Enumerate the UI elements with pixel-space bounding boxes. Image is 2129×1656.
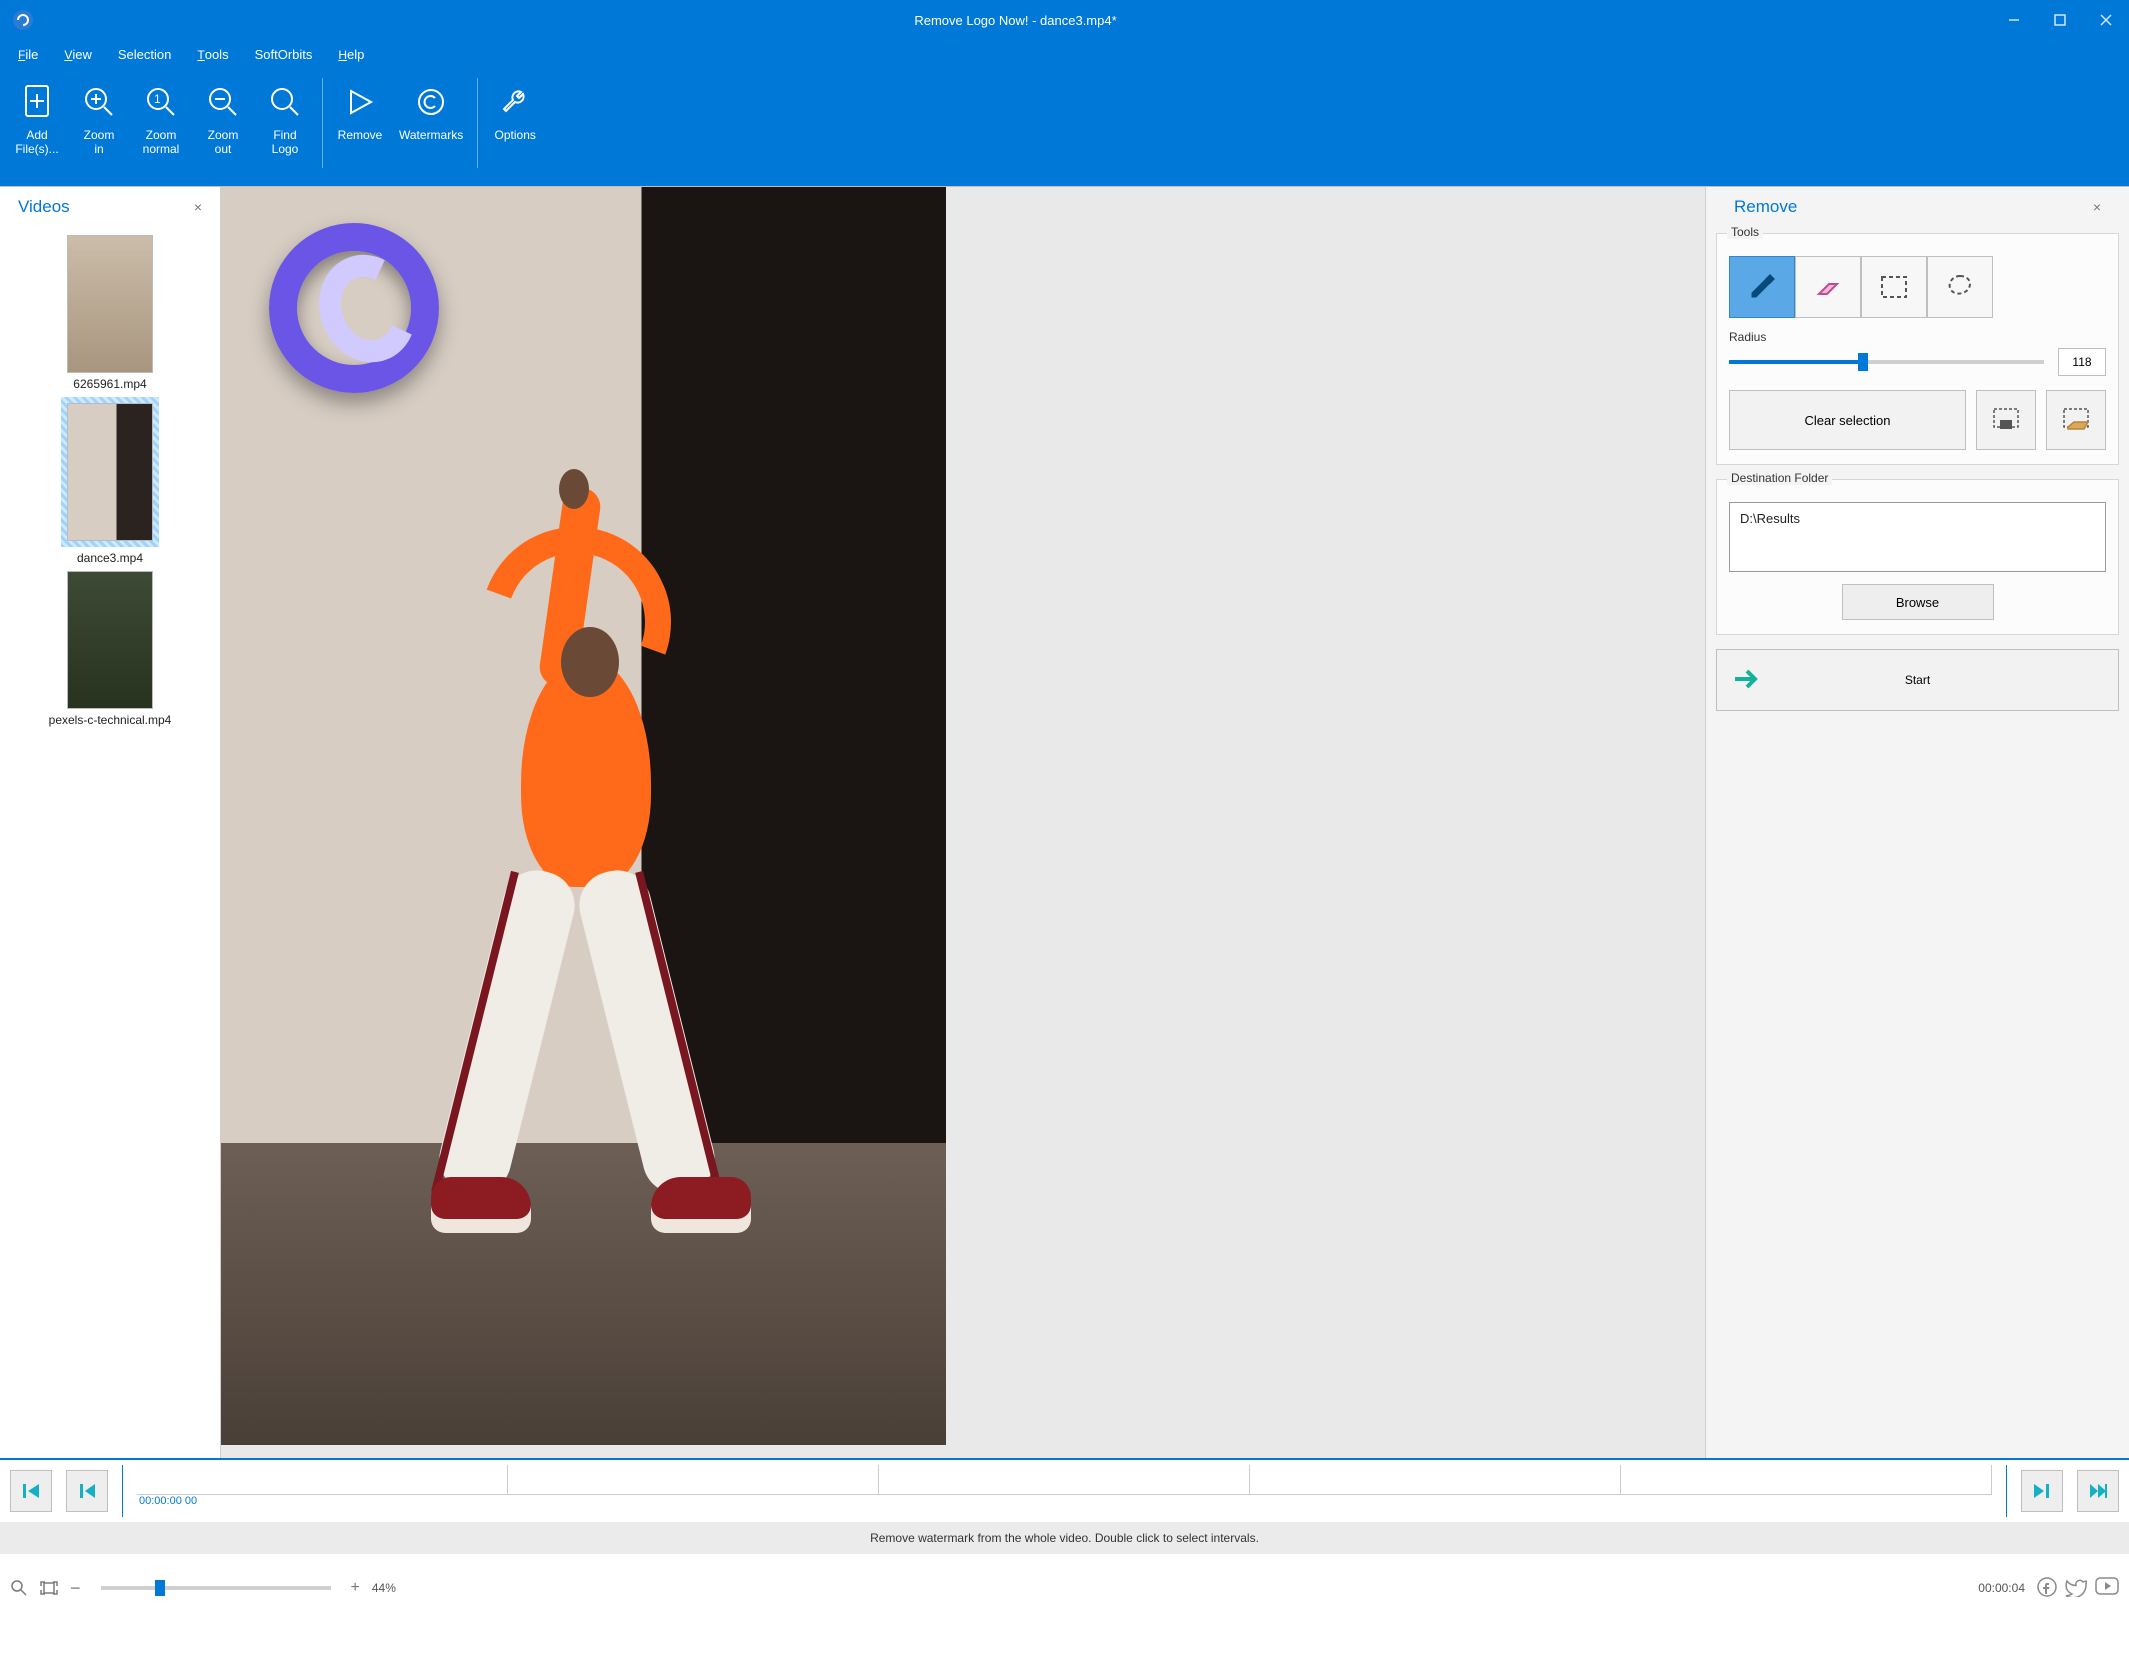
video-duration: 00:00:04 [1978,1581,2025,1595]
find-logo-button[interactable]: Find Logo [254,74,316,179]
video-name: 6265961.mp4 [73,377,146,391]
skip-back-button[interactable] [10,1470,52,1512]
video-name: pexels-c-technical.mp4 [49,713,172,727]
menu-help[interactable]: Help [338,47,364,62]
zoom-out-status[interactable]: − [70,1578,81,1599]
zoom-in-button[interactable]: Zoom in [68,74,130,179]
minimize-button[interactable] [1991,0,2037,40]
zoom-out-icon [207,76,239,128]
menu-bar: File View Selection Tools SoftOrbits Hel… [0,40,2129,68]
video-thumbnail [67,403,153,541]
video-thumbnail [67,235,153,373]
find-logo-icon [269,76,301,128]
radius-slider[interactable] [1729,360,2044,364]
step-forward-button[interactable] [2021,1470,2063,1512]
step-back-button[interactable] [66,1470,108,1512]
video-item[interactable]: 6265961.mp4 [15,235,205,391]
timeline-hint: Remove watermark from the whole video. D… [0,1522,2129,1554]
zoom-normal-icon: 1 [145,76,177,128]
rectangle-select-tool[interactable] [1861,256,1927,318]
zoom-out-button[interactable]: Zoom out [192,74,254,179]
freehand-select-tool[interactable] [1927,256,1993,318]
zoom-in-icon [83,76,115,128]
radius-value[interactable]: 118 [2058,348,2106,376]
youtube-icon[interactable] [2095,1577,2119,1600]
status-bar: − + 44% 00:00:04 [0,1568,2129,1608]
zoom-in-status[interactable]: + [351,1579,360,1597]
video-item-selected[interactable]: dance3.mp4 [15,397,205,565]
start-arrow-icon [1733,668,1761,693]
menu-view[interactable]: View [64,47,92,62]
add-file-icon [22,76,52,128]
fit-window-icon[interactable] [10,1579,28,1597]
timeline: 00:00:00 00 Remove watermark from the wh… [0,1458,2129,1568]
copyright-icon [416,76,446,128]
remove-panel: Remove × Tools Radius 118 C [1705,187,2129,1458]
videos-panel-close[interactable]: × [194,199,202,215]
video-content [401,487,761,1307]
menu-tools[interactable]: Tools [197,47,228,62]
marker-tool[interactable] [1729,256,1795,318]
destination-legend: Destination Folder [1727,471,1832,485]
menu-selection[interactable]: Selection [118,47,171,62]
twitter-icon[interactable] [2065,1577,2087,1600]
radius-label: Radius [1729,330,1766,344]
watermarks-button[interactable]: Watermarks [391,74,471,179]
destination-group: Destination Folder D:\Results Browse [1716,479,2119,635]
browse-button[interactable]: Browse [1842,584,1994,620]
save-mask-button[interactable] [1976,390,2036,450]
tools-legend: Tools [1727,225,1763,239]
video-thumbnail [67,571,153,709]
canvas-area [221,187,1705,1458]
eraser-tool[interactable] [1795,256,1861,318]
facebook-icon[interactable] [2037,1577,2057,1600]
maximize-button[interactable] [2037,0,2083,40]
load-mask-button[interactable] [2046,390,2106,450]
video-preview[interactable] [221,187,946,1445]
destination-path[interactable]: D:\Results [1729,502,2106,572]
remove-panel-close[interactable]: × [2093,199,2101,215]
videos-panel-title: Videos [18,197,194,217]
menu-softorbits[interactable]: SoftOrbits [255,47,313,62]
timeline-current-time: 00:00:00 00 [137,1495,1992,1507]
workspace: Videos × 6265961.mp4 dance3.mp4 pexels-c… [0,186,2129,1458]
options-button[interactable]: Options [484,74,546,179]
timeline-separator [2006,1465,2007,1517]
play-icon [345,76,375,128]
zoom-normal-button[interactable]: 1 Zoom normal [130,74,192,179]
videos-panel: Videos × 6265961.mp4 dance3.mp4 pexels-c… [0,187,221,1458]
app-icon [6,3,40,37]
close-button[interactable] [2083,0,2129,40]
fullscreen-icon[interactable] [40,1581,58,1595]
window-title: Remove Logo Now! - dance3.mp4* [40,13,1991,28]
remove-panel-title: Remove [1734,197,2093,217]
add-files-button[interactable]: Add File(s)... [6,74,68,179]
video-item[interactable]: pexels-c-technical.mp4 [15,571,205,727]
timeline-track[interactable]: 00:00:00 00 [137,1465,1992,1517]
video-name: dance3.mp4 [77,551,143,565]
tools-group: Tools Radius 118 Clear selection [1716,233,2119,465]
menu-file[interactable]: File [18,47,38,62]
toolbar: Add File(s)... Zoom in 1 Zoom normal Zoo… [0,68,2129,186]
zoom-slider[interactable] [101,1586,331,1590]
wrench-icon [500,76,530,128]
start-button[interactable]: Start [1716,649,2119,711]
title-bar: Remove Logo Now! - dance3.mp4* [0,0,2129,40]
svg-text:1: 1 [154,92,161,106]
watermark-overlay [269,223,439,393]
skip-forward-button[interactable] [2077,1470,2119,1512]
zoom-percent: 44% [372,1581,396,1595]
timeline-separator [122,1465,123,1517]
remove-button[interactable]: Remove [329,74,391,179]
clear-selection-button[interactable]: Clear selection [1729,390,1966,450]
